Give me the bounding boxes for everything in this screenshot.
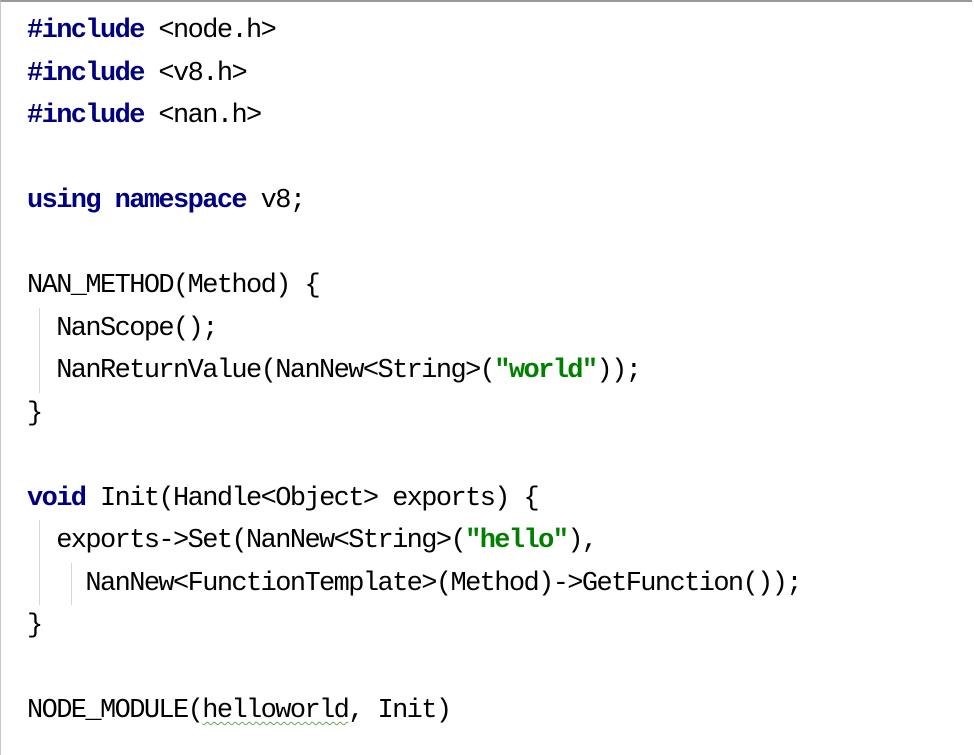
code-line-7: NAN_METHOD(Method) {	[27, 265, 801, 308]
code-line-12: void Init(Handle<Object> exports) {	[27, 478, 801, 521]
preprocessor-keyword: #include	[27, 101, 145, 131]
code-line-8: NanScope();	[27, 307, 801, 350]
code-line-13: exports->Set(NanNew<String>("hello"),	[27, 520, 801, 563]
return-value-post: ));	[596, 356, 642, 386]
include-header: <v8.h>	[143, 58, 247, 89]
nan-method-signature: NAN_METHOD(Method) {	[27, 271, 321, 301]
preprocessor-keyword: #include	[27, 16, 145, 46]
indent-guide	[39, 520, 40, 563]
code-line-11-blank	[27, 435, 801, 478]
node-module-post: , Init)	[348, 696, 452, 726]
void-keyword: void	[27, 483, 87, 514]
init-signature: Init(Handle<Object> exports) {	[85, 483, 540, 514]
exports-set-pre: exports->Set(NanNew<String>(	[27, 526, 466, 556]
code-line-14: NanNew<FunctionTemplate>(Method)->GetFun…	[27, 562, 803, 605]
indent-guide	[39, 562, 40, 605]
code-line-2: #include <v8.h>	[27, 53, 801, 96]
code-line-1: #include <node.h>	[27, 10, 801, 53]
code-line-5: using namespace v8;	[27, 180, 801, 223]
indent-guide	[39, 307, 40, 350]
code-line-16-blank	[27, 648, 801, 691]
code-line-10: }	[27, 393, 801, 436]
exports-set-post: ),	[567, 526, 598, 556]
preprocessor-keyword: #include	[27, 58, 145, 89]
code-line-4-blank	[27, 138, 801, 181]
code-line-15: }	[27, 605, 801, 648]
code-line-9: NanReturnValue(NanNew<String>("world"));	[27, 350, 801, 393]
indent-guide	[71, 562, 72, 605]
closing-brace: }	[27, 611, 43, 641]
string-literal-hello: "hello"	[465, 526, 569, 556]
function-template-call: NanNew<FunctionTemplate>(Method)->GetFun…	[27, 568, 802, 599]
node-module-pre: NODE_MODULE(	[27, 696, 204, 726]
code-line-6-blank	[27, 223, 801, 266]
code-content[interactable]: #include <node.h> #include <v8.h> #inclu…	[27, 10, 803, 733]
include-header: <node.h>	[143, 16, 276, 46]
closing-brace: }	[27, 398, 43, 429]
return-value-pre: NanReturnValue(NanNew<String>(	[27, 356, 496, 386]
include-header: <nan.h>	[143, 101, 262, 131]
indent-guide	[39, 350, 40, 393]
code-line-3: #include <nan.h>	[27, 95, 801, 138]
nan-scope-call: NanScope();	[27, 313, 218, 344]
string-literal-world: "world"	[494, 356, 598, 386]
using-namespace-keyword: using namespace	[27, 186, 248, 216]
spellcheck-flagged-word[interactable]: helloworld	[202, 696, 350, 726]
namespace-name: v8;	[246, 186, 306, 216]
code-line-17: NODE_MODULE(helloworld, Init)	[27, 690, 801, 733]
code-editor[interactable]: #include <node.h> #include <v8.h> #inclu…	[0, 0, 972, 755]
